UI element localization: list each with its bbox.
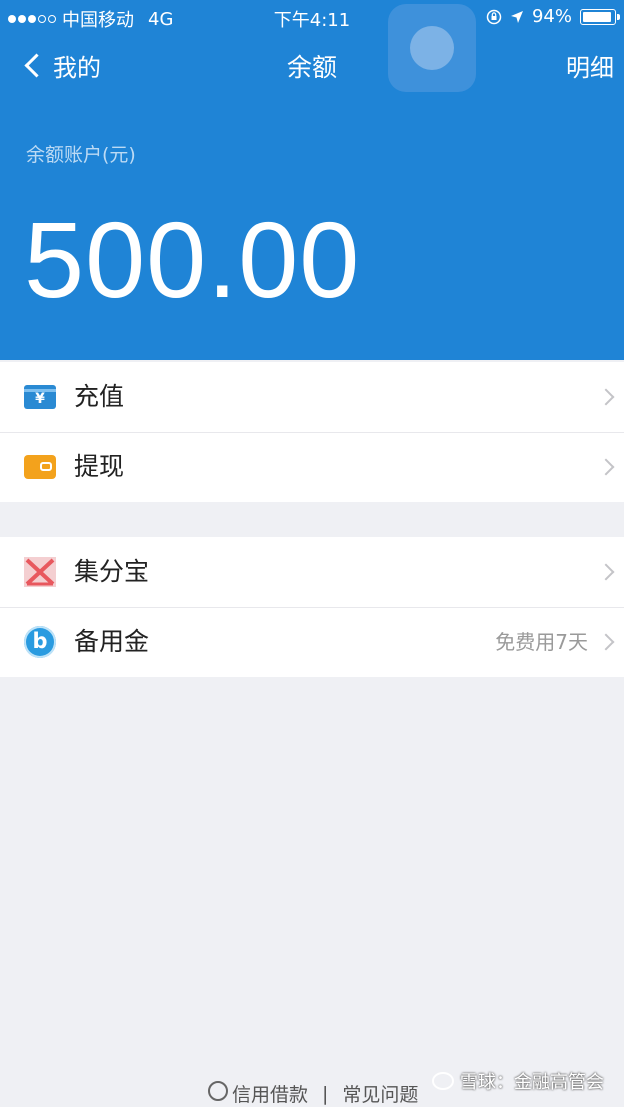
points-icon xyxy=(24,557,56,587)
chevron-right-icon xyxy=(597,633,615,651)
page-title: 余额 xyxy=(286,53,337,82)
battery-percent: 94% xyxy=(531,6,572,27)
services-group: 集分宝 b 备用金 免费用7天 xyxy=(0,537,624,677)
footer-separator: | xyxy=(322,1082,329,1105)
navigation-bar: 我的 余额 明细 xyxy=(0,38,624,94)
chevron-right-icon xyxy=(597,388,615,406)
backup-fund-row[interactable]: b 备用金 免费用7天 xyxy=(0,607,624,677)
battery-icon xyxy=(580,8,620,25)
battery-level xyxy=(583,11,612,22)
points-label: 集分宝 xyxy=(74,557,150,586)
detail-button[interactable]: 明细 xyxy=(566,48,614,83)
fund-actions-group: ¥ 充值 提现 xyxy=(0,362,624,502)
balance-label: 余额账户(元) xyxy=(26,144,136,166)
recharge-row[interactable]: ¥ 充值 xyxy=(0,362,624,432)
credit-loan-icon xyxy=(208,1081,228,1101)
status-bar: 中国移动 4G 下午4:11 94% xyxy=(0,0,624,34)
withdraw-label: 提现 xyxy=(74,452,125,481)
footer-links: 信用借款 | 常见问题 xyxy=(208,1080,418,1107)
points-row[interactable]: 集分宝 xyxy=(0,537,624,607)
orientation-lock-icon xyxy=(486,9,502,24)
backup-fund-label: 备用金 xyxy=(74,627,150,656)
location-arrow-icon xyxy=(510,10,523,23)
credit-loan-link[interactable]: 信用借款 xyxy=(208,1080,308,1107)
recharge-label: 充值 xyxy=(74,382,125,411)
balance-amount: 500.00 xyxy=(24,199,361,320)
chevron-right-icon xyxy=(597,563,615,581)
assistive-touch-icon xyxy=(410,26,454,70)
status-right: 94% xyxy=(486,6,620,27)
faq-link[interactable]: 常见问题 xyxy=(342,1080,418,1107)
chevron-right-icon xyxy=(597,458,615,476)
withdraw-row[interactable]: 提现 xyxy=(0,432,624,502)
watermark: 雪球：金融高管会 xyxy=(432,1068,604,1094)
balance-header: 中国移动 4G 下午4:11 94% 我的 余额 明细 余额账户(元) 500.… xyxy=(0,0,624,360)
wallet-icon xyxy=(24,455,56,479)
backup-fund-icon: b xyxy=(24,626,56,658)
recharge-icon: ¥ xyxy=(24,385,56,409)
footer: 信用借款 | 常见问题 雪球：金融高管会 xyxy=(0,1072,624,1106)
assistive-touch-button[interactable] xyxy=(388,4,476,92)
watermark-logo-icon xyxy=(432,1072,454,1090)
backup-fund-note: 免费用7天 xyxy=(495,630,588,654)
